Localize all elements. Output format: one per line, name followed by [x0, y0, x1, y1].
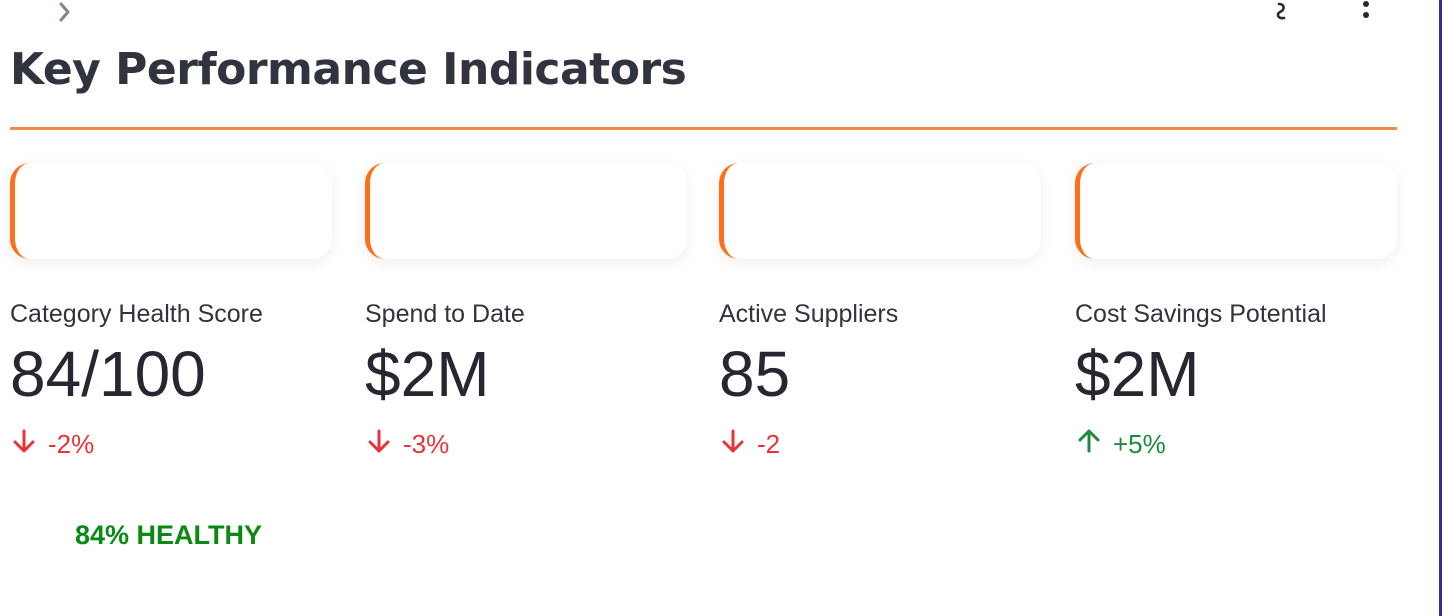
metric-delta-value: -3% — [403, 429, 450, 460]
kpi-card-1 — [10, 163, 332, 259]
kpi-card-2 — [365, 163, 687, 259]
page-title: Key Performance Indicators — [10, 44, 687, 95]
arrow-down-icon — [10, 427, 38, 462]
metric-delta-value: -2 — [757, 429, 781, 460]
health-status-label: 84% HEALTHY — [75, 520, 263, 550]
arrow-up-icon — [1075, 427, 1103, 462]
metric-label: Category Health Score — [10, 300, 263, 328]
help-squiggle-icon[interactable] — [1272, 0, 1292, 24]
more-vertical-icon[interactable] — [1356, 0, 1376, 24]
metric-delta: -2% — [10, 427, 263, 462]
metric-delta-value: -2% — [48, 429, 95, 460]
metric-label: Spend to Date — [365, 300, 525, 328]
kpi-card-3 — [719, 163, 1041, 259]
metric-value: $2M — [1075, 338, 1200, 410]
title-divider — [10, 127, 1397, 130]
metric-value: $2M — [365, 338, 490, 410]
kpi-card-4 — [1075, 163, 1397, 259]
metric-label: Cost Savings Potential — [1075, 300, 1327, 328]
metric-active-suppliers: Active Suppliers 85 -2 — [719, 300, 898, 462]
arrow-down-icon — [365, 427, 393, 462]
metric-delta-value: +5% — [1113, 429, 1166, 460]
metric-delta: -2 — [719, 427, 898, 462]
metric-value: 84/100 — [10, 338, 206, 410]
metric-cost-savings-potential: Cost Savings Potential $2M +5% — [1075, 300, 1327, 462]
chevron-right-icon[interactable] — [52, 0, 76, 24]
arrow-down-icon — [719, 427, 747, 462]
scrollbar-edge-line[interactable] — [1439, 0, 1442, 616]
metric-delta: +5% — [1075, 427, 1327, 462]
metric-value: 85 — [719, 338, 791, 410]
metric-spend-to-date: Spend to Date $2M -3% — [365, 300, 525, 462]
metric-category-health-score: Category Health Score 84/100 -2% — [10, 300, 263, 462]
metric-label: Active Suppliers — [719, 300, 899, 328]
metric-delta: -3% — [365, 427, 525, 462]
